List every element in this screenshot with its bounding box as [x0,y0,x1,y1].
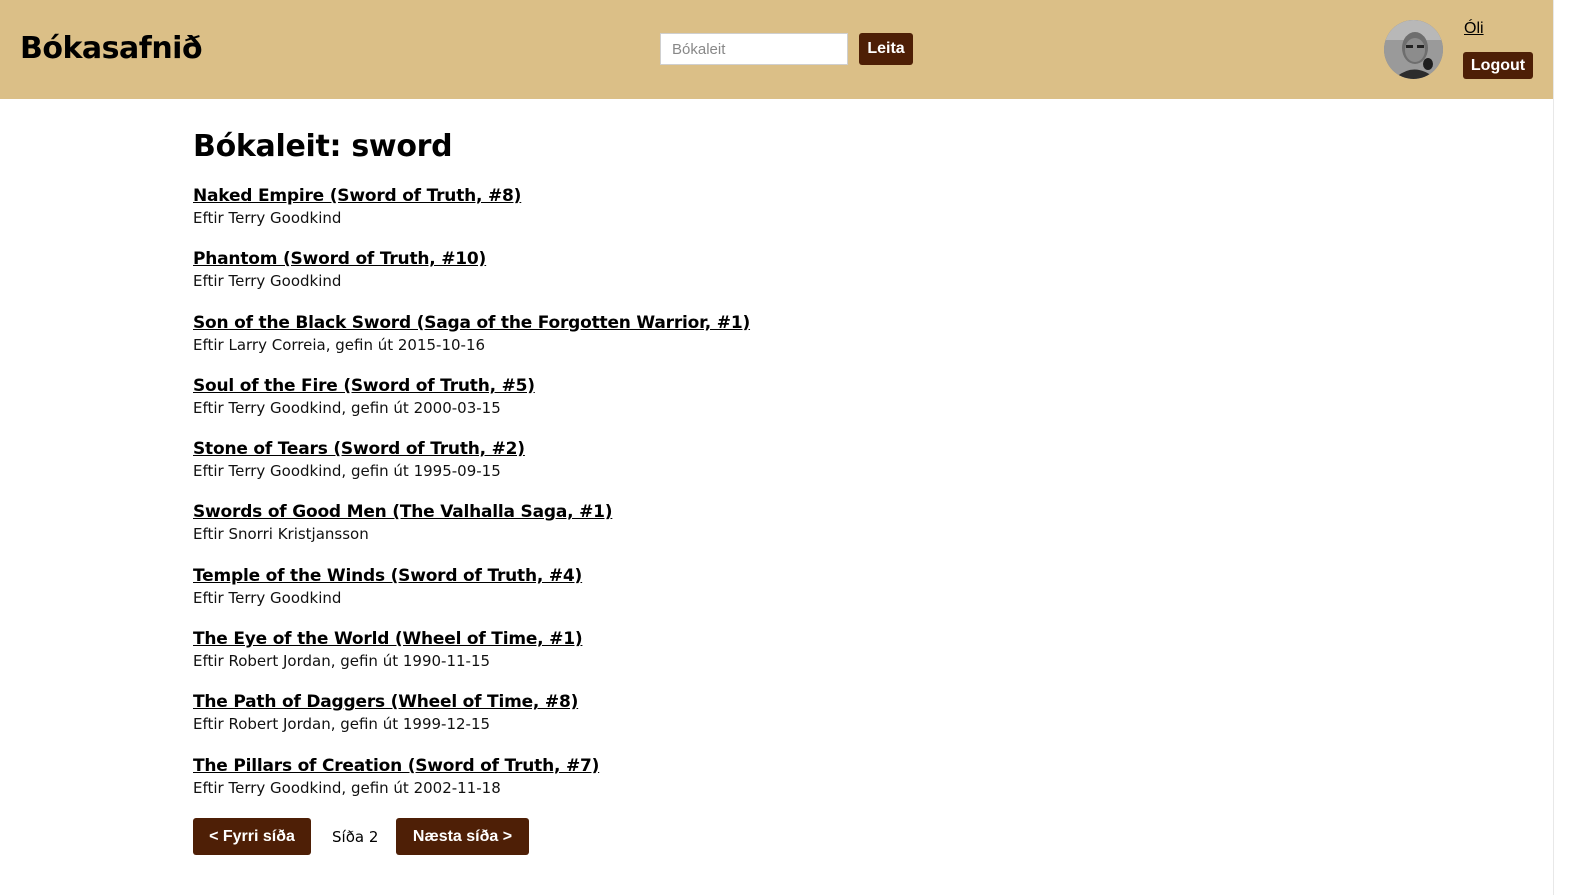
search-button[interactable]: Leita [859,33,913,65]
book-author-info: Eftir Robert Jordan, gefin út 1999-12-15 [193,715,491,734]
list-item: The Path of Daggers (Wheel of Time, #8) … [193,690,750,753]
book-author-info: Eftir Terry Goodkind, gefin út 2000-03-1… [193,398,501,417]
search-input[interactable] [660,33,848,65]
previous-page-button[interactable]: < Fyrri síða [193,818,311,855]
list-item: Stone of Tears (Sword of Truth, #2) Efti… [193,437,750,500]
book-title-link[interactable]: Phantom (Sword of Truth, #10) [193,247,750,271]
list-item: Naked Empire (Sword of Truth, #8) Eftir … [193,184,750,247]
site-logo[interactable]: Bókasafnið [20,29,203,69]
list-item: Son of the Black Sword (Saga of the Forg… [193,311,750,374]
user-profile-link[interactable]: Óli [1464,20,1484,38]
book-author-info: Eftir Terry Goodkind [193,209,342,227]
book-author-info: Eftir Terry Goodkind, gefin út 1995-09-1… [193,462,501,481]
list-item: Soul of the Fire (Sword of Truth, #5) Ef… [193,374,750,437]
page-scrollbar[interactable] [1553,0,1585,895]
book-title-link[interactable]: The Path of Daggers (Wheel of Time, #8) [193,690,750,714]
book-title-link[interactable]: Son of the Black Sword (Saga of the Forg… [193,311,750,335]
list-item: Temple of the Winds (Sword of Truth, #4)… [193,564,750,627]
logout-button[interactable]: Logout [1463,52,1533,79]
search-results-list: Naked Empire (Sword of Truth, #8) Eftir … [193,184,750,817]
user-avatar[interactable] [1384,20,1443,79]
book-author-info: Eftir Terry Goodkind [193,588,342,607]
list-item: Swords of Good Men (The Valhalla Saga, #… [193,500,750,563]
book-title-link[interactable]: Temple of the Winds (Sword of Truth, #4) [193,564,750,588]
book-title-link[interactable]: Naked Empire (Sword of Truth, #8) [193,184,750,208]
current-page-label: Síða 2 [332,828,379,846]
next-page-button[interactable]: Næsta síða > [396,818,529,855]
book-title-link[interactable]: Swords of Good Men (The Valhalla Saga, #… [193,500,750,524]
page-title: Bókaleit: sword [193,129,453,164]
list-item: The Eye of the World (Wheel of Time, #1)… [193,627,750,690]
book-author-info: Eftir Terry Goodkind [193,272,342,291]
list-item: The Pillars of Creation (Sword of Truth,… [193,754,750,817]
book-title-link[interactable]: The Eye of the World (Wheel of Time, #1) [193,627,750,651]
site-header: Bókasafnið Leita Óli Logout [0,0,1553,99]
user-avatar-photo-icon [1384,20,1443,79]
book-author-info: Eftir Terry Goodkind, gefin út 2002-11-1… [193,778,501,797]
book-author-info: Eftir Larry Correia, gefin út 2015-10-16 [193,335,486,354]
book-author-info: Eftir Snorri Kristjansson [193,525,369,544]
book-author-info: Eftir Robert Jordan, gefin út 1990-11-15 [193,652,491,671]
list-item: Phantom (Sword of Truth, #10) Eftir Terr… [193,247,750,310]
book-title-link[interactable]: Stone of Tears (Sword of Truth, #2) [193,437,750,461]
book-title-link[interactable]: Soul of the Fire (Sword of Truth, #5) [193,374,750,398]
book-title-link[interactable]: The Pillars of Creation (Sword of Truth,… [193,754,750,778]
